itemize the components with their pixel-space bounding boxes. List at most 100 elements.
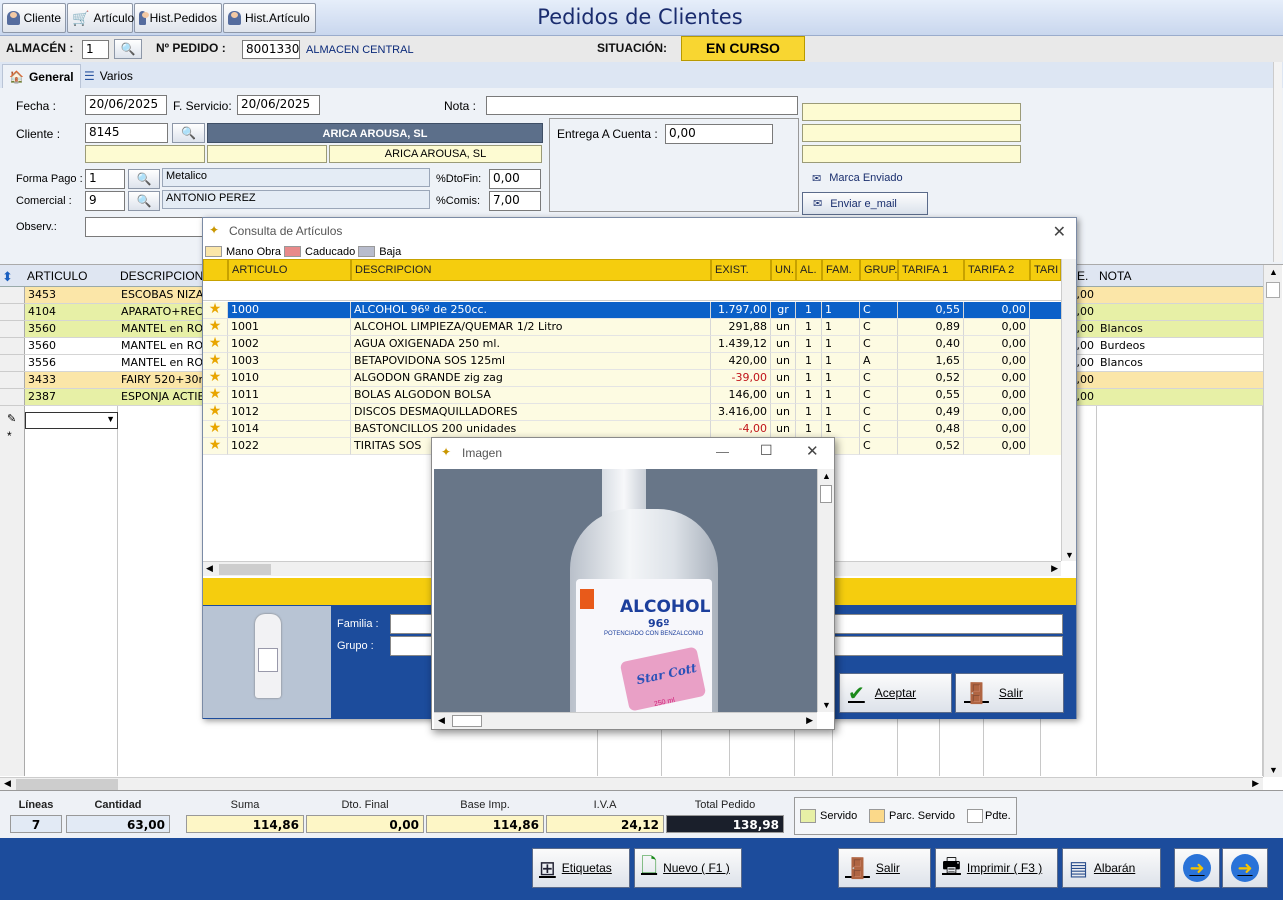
comercial-code-input[interactable]: 9 (85, 191, 125, 211)
etiquetas-button[interactable]: ⊞ Etiquetas (532, 848, 630, 888)
fecha-input[interactable]: 20/06/2025 (85, 95, 167, 115)
previous-button[interactable]: ➜ (1174, 848, 1220, 888)
grid-header-descripcion[interactable]: DESCRIPCION (118, 265, 204, 287)
fservicio-input[interactable]: 20/06/2025 (237, 95, 320, 115)
imagen-hscroll-thumb[interactable] (452, 715, 482, 727)
grid-vscroll-thumb[interactable] (1266, 282, 1280, 298)
table-cell: ESPONJA ACTIBE (121, 390, 204, 403)
formapago-search-button[interactable]: 🔍 (128, 169, 160, 189)
article-row[interactable]: ★ 1000 ALCOHOL 96º de 250cc. 1.797,00 gr 1 1 C 0… (203, 302, 1061, 319)
aceptar-button[interactable]: ✔ Aceptar (839, 673, 952, 713)
grid-header-nota[interactable]: NOTA (1097, 265, 1263, 287)
dialog-salir-button[interactable]: 🚪 Salir (955, 673, 1064, 713)
imprimir-button[interactable]: 🖶 Imprimir ( F3 ) (935, 848, 1058, 888)
cliente-code-input[interactable]: 8145 (85, 123, 168, 143)
extra-field-3[interactable] (802, 145, 1021, 163)
tab-varios[interactable]: ☰ Varios (78, 64, 139, 88)
almacen-search-button[interactable]: 🔍 (114, 39, 142, 59)
grid-header-articulo[interactable]: ARTICULO (25, 265, 118, 287)
dialog-header-exist[interactable]: EXIST. (711, 259, 771, 281)
article-row[interactable]: ★ 1003 BETAPOVIDONA SOS 125ml 420,00 un 1 1 A 1,… (203, 353, 1061, 370)
article-cell: un (771, 370, 796, 387)
formapago-code-input[interactable]: 1 (85, 169, 125, 189)
next-button[interactable]: ➜ (1222, 848, 1268, 888)
grid-hscroll-thumb[interactable] (16, 779, 118, 790)
imagen-vscrollbar[interactable]: ▲ ▼ (817, 469, 834, 712)
article-cell: un (771, 404, 796, 421)
article-row[interactable]: ★ 1002 AGUA OXIGENADA 250 ml. 1.439,12 un 1 1 C… (203, 336, 1061, 353)
entrega-input[interactable]: 0,00 (665, 124, 773, 144)
comis-input[interactable]: 7,00 (489, 191, 541, 211)
new-row-articulo-dropdown[interactable]: ▼ (25, 412, 118, 429)
extra-field-2[interactable] (802, 124, 1021, 142)
observ-input[interactable] (85, 217, 205, 237)
albaran-button[interactable]: ▤ Albarán (1062, 848, 1161, 888)
nota-input[interactable] (486, 96, 798, 115)
dtofin-input[interactable]: 0,00 (489, 169, 541, 189)
dialog-header-tarifa1[interactable]: TARIFA 1 (898, 259, 964, 281)
salir-button[interactable]: 🚪 Salir (838, 848, 931, 888)
hist-articulo-button[interactable]: Hist.Artículo (223, 3, 316, 33)
row-selector[interactable] (0, 338, 25, 355)
grid-hscrollbar[interactable]: ◀ ▶ (0, 777, 1263, 791)
article-cell: ALCOHOL 96º de 250cc. (351, 302, 711, 319)
article-row[interactable]: ★ 1010 ALGODON GRANDE zig zag -39,00 un 1 1 C 0,… (203, 370, 1061, 387)
dialog-vscrollbar[interactable]: ▼ (1061, 259, 1076, 561)
dialog-header-fam[interactable]: FAM. (822, 259, 860, 281)
row-selector[interactable] (0, 355, 25, 372)
dialog-header-articulo[interactable]: ARTICULO (228, 259, 351, 281)
servido-swatch (800, 809, 816, 823)
row-selector[interactable] (0, 287, 25, 304)
dialog-hscroll-thumb[interactable] (219, 564, 271, 575)
pedido-input[interactable]: 8001330 (242, 40, 300, 59)
article-row[interactable]: ★ 1014 BASTONCILLOS 200 unidades -4,00 un 1 1 C… (203, 421, 1061, 438)
row-selector[interactable] (0, 304, 25, 321)
dialog-header-tarifa2[interactable]: TARIFA 2 (964, 259, 1030, 281)
row-selector[interactable] (0, 389, 25, 406)
arrow-up-icon: ▲ (822, 471, 831, 481)
close-icon[interactable]: ✕ (806, 442, 819, 460)
cliente-field-b[interactable] (207, 145, 327, 163)
article-row[interactable]: ★ 1012 DISCOS DESMAQUILLADORES 3.416,00 un 1 1… (203, 404, 1061, 421)
nuevo-button[interactable]: 🗋 Nuevo ( F1 ) (634, 848, 742, 888)
iva-value: 24,12 (546, 815, 664, 833)
cliente-search-button[interactable]: 🔍 (172, 123, 205, 143)
lineas-label: Líneas (18, 799, 54, 811)
dialog-header-al[interactable]: AL. (796, 259, 822, 281)
extra-field-1[interactable] (802, 103, 1021, 121)
row-selector[interactable] (0, 321, 25, 338)
grid-vscrollbar[interactable]: ▲ ▼ (1263, 265, 1282, 777)
marca-enviado-button[interactable]: ✉ Marca Enviado (812, 172, 903, 185)
close-icon[interactable]: ✕ (1053, 222, 1066, 242)
minimize-icon[interactable]: — (716, 444, 729, 459)
dialog-header-un[interactable]: UN. (771, 259, 796, 281)
article-cell: un (771, 336, 796, 353)
arrow-down-icon: ▼ (1065, 550, 1074, 560)
tab-general[interactable]: 🏠 General (2, 64, 81, 88)
dialog-header-grup[interactable]: GRUP. (860, 259, 898, 281)
grid-sort-icon[interactable]: ⬍ (0, 265, 25, 287)
imagen-hscrollbar[interactable]: ◀ ▶ (434, 712, 817, 729)
imagen-vscroll-thumb[interactable] (820, 485, 832, 503)
pdte-label: Pdte. (985, 810, 1011, 822)
dialog-header-descripcion[interactable]: DESCRIPCION (351, 259, 711, 281)
grid-header-end[interactable]: E. (1075, 265, 1097, 287)
article-cell: C (860, 404, 898, 421)
maximize-icon[interactable]: ☐ (760, 442, 773, 459)
cliente-field-a[interactable] (85, 145, 205, 163)
row-selector[interactable] (0, 372, 25, 389)
form-scrollbar[interactable] (1273, 62, 1282, 262)
total-value: 138,98 (666, 815, 784, 833)
dialog-filter-row[interactable] (203, 281, 1061, 301)
article-row[interactable]: ★ 1001 ALCOHOL LIMPIEZA/QUEMAR 1/2 Litro 29… (203, 319, 1061, 336)
article-cell: C (860, 421, 898, 438)
article-cell: 1 (822, 353, 860, 370)
article-row[interactable]: ★ 1011 BOLAS ALGODON BOLSA 146,00 un 1 1 C 0,55 0… (203, 387, 1061, 404)
enviar-email-button[interactable]: ✉ Enviar e_mail (802, 192, 928, 215)
dialog-header-tarifa3[interactable]: TARI (1030, 259, 1061, 281)
cliente-button[interactable]: Cliente (2, 3, 66, 33)
almacen-input[interactable]: 1 (82, 40, 109, 59)
hist-pedidos-button[interactable]: Hist.Pedidos (134, 3, 222, 33)
articulo-button[interactable]: 🛒 Artículo (67, 3, 134, 33)
comercial-search-button[interactable]: 🔍 (128, 191, 160, 211)
